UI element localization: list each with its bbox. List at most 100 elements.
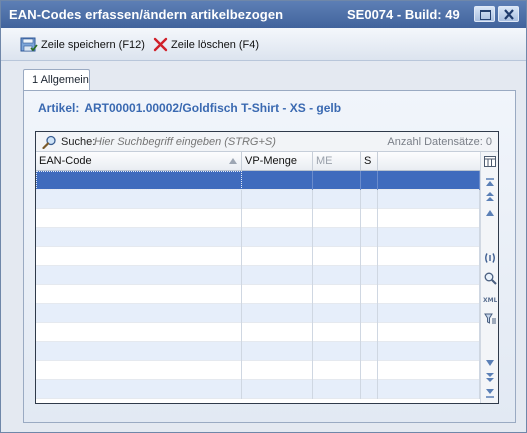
cell-ean-code[interactable] xyxy=(36,228,242,247)
table-row[interactable] xyxy=(36,190,480,209)
next-record-button[interactable] xyxy=(483,356,497,370)
cell-me[interactable] xyxy=(313,380,361,399)
cell-s[interactable] xyxy=(361,304,378,323)
table-row[interactable] xyxy=(36,228,480,247)
table-row[interactable] xyxy=(36,171,480,190)
cell-s[interactable] xyxy=(361,228,378,247)
cell-s[interactable] xyxy=(361,266,378,285)
maximize-button[interactable] xyxy=(474,6,495,22)
cell-s[interactable] xyxy=(361,247,378,266)
cell-ean-code[interactable] xyxy=(36,342,242,361)
cell-me[interactable] xyxy=(313,323,361,342)
cell-vp-menge[interactable] xyxy=(242,361,313,380)
cell-s[interactable] xyxy=(361,171,378,190)
search-input[interactable] xyxy=(91,134,321,150)
first-record-button[interactable] xyxy=(483,176,497,190)
cell-me[interactable] xyxy=(313,247,361,266)
cell-vp-menge[interactable] xyxy=(242,380,313,399)
article-line: Artikel: ART00001.00002/Goldfisch T-Shirt… xyxy=(38,101,341,115)
cell-vp-menge[interactable] xyxy=(242,323,313,342)
table-row[interactable] xyxy=(36,266,480,285)
brackets-button[interactable] xyxy=(483,251,497,265)
cell-filler xyxy=(378,266,480,285)
cell-ean-code[interactable] xyxy=(36,361,242,380)
cell-me[interactable] xyxy=(313,171,361,190)
cell-vp-menge[interactable] xyxy=(242,304,313,323)
window-title: EAN-Codes erfassen/ändern artikelbezogen xyxy=(9,7,284,22)
svg-text:XML: XML xyxy=(483,297,497,304)
cell-s[interactable] xyxy=(361,209,378,228)
table-row[interactable] xyxy=(36,209,480,228)
xml-export-icon: XML xyxy=(483,297,497,304)
cell-ean-code[interactable] xyxy=(36,171,242,190)
find-button[interactable] xyxy=(483,271,497,285)
title-bar: EAN-Codes erfassen/ändern artikelbezogen… xyxy=(1,1,526,28)
cell-s[interactable] xyxy=(361,190,378,209)
next-page-button[interactable] xyxy=(483,371,497,385)
delete-row-label: Zeile löschen (F4) xyxy=(171,38,260,51)
cell-filler xyxy=(378,171,480,190)
cell-ean-code[interactable] xyxy=(36,323,242,342)
table-row[interactable] xyxy=(36,380,480,399)
column-header-s[interactable]: S xyxy=(361,152,378,170)
column-header-vp-menge[interactable]: VP-Menge xyxy=(242,152,313,170)
cell-vp-menge[interactable] xyxy=(242,190,313,209)
table-row[interactable] xyxy=(36,361,480,380)
cell-vp-menge[interactable] xyxy=(242,228,313,247)
table-row[interactable] xyxy=(36,285,480,304)
cell-s[interactable] xyxy=(361,342,378,361)
delete-row-button[interactable]: Zeile löschen (F4) xyxy=(153,34,259,55)
cell-ean-code[interactable] xyxy=(36,190,242,209)
filter-button[interactable] xyxy=(483,312,497,326)
cell-me[interactable] xyxy=(313,209,361,228)
cell-vp-menge[interactable] xyxy=(242,247,313,266)
cell-s[interactable] xyxy=(361,285,378,304)
cell-me[interactable] xyxy=(313,342,361,361)
ean-grid: Suche: Anzahl Datensätze: 0 EAN-Code VP-… xyxy=(35,131,499,404)
column-header-me[interactable]: ME xyxy=(313,152,361,170)
cell-vp-menge[interactable] xyxy=(242,209,313,228)
record-count: Anzahl Datensätze: 0 xyxy=(387,136,492,148)
cell-ean-code[interactable] xyxy=(36,380,242,399)
cell-me[interactable] xyxy=(313,190,361,209)
next-record-icon xyxy=(486,360,494,366)
cell-filler xyxy=(378,228,480,247)
cell-me[interactable] xyxy=(313,361,361,380)
last-record-button[interactable] xyxy=(483,386,497,400)
cell-s[interactable] xyxy=(361,323,378,342)
cell-ean-code[interactable] xyxy=(36,266,242,285)
cell-ean-code[interactable] xyxy=(36,209,242,228)
previous-record-button[interactable] xyxy=(483,206,497,220)
cell-ean-code[interactable] xyxy=(36,285,242,304)
close-button[interactable] xyxy=(498,6,519,22)
cell-me[interactable] xyxy=(313,228,361,247)
cell-vp-menge[interactable] xyxy=(242,342,313,361)
cell-s[interactable] xyxy=(361,380,378,399)
cell-ean-code[interactable] xyxy=(36,247,242,266)
cell-filler xyxy=(378,209,480,228)
column-chooser-button[interactable] xyxy=(483,154,497,168)
cell-me[interactable] xyxy=(313,304,361,323)
table-row[interactable] xyxy=(36,323,480,342)
cell-filler xyxy=(378,361,480,380)
cell-me[interactable] xyxy=(313,285,361,304)
table-row[interactable] xyxy=(36,247,480,266)
search-icon[interactable] xyxy=(42,135,57,149)
grid-navigation-bar: XML xyxy=(480,152,498,403)
find-icon xyxy=(484,272,497,285)
cell-me[interactable] xyxy=(313,266,361,285)
previous-page-button[interactable] xyxy=(483,190,497,204)
table-row[interactable] xyxy=(36,304,480,323)
table-row[interactable] xyxy=(36,342,480,361)
cell-vp-menge[interactable] xyxy=(242,285,313,304)
cell-ean-code[interactable] xyxy=(36,304,242,323)
cell-vp-menge[interactable] xyxy=(242,266,313,285)
tab-allgemein[interactable]: 1 Allgemein xyxy=(23,69,90,91)
cell-s[interactable] xyxy=(361,361,378,380)
save-row-button[interactable]: Zeile speichern (F12) xyxy=(20,34,145,55)
column-header-ean-code[interactable]: EAN-Code xyxy=(36,152,242,170)
cell-vp-menge[interactable] xyxy=(242,171,313,190)
filter-icon xyxy=(483,313,496,324)
xml-export-button[interactable]: XML xyxy=(483,292,497,306)
cell-filler xyxy=(378,323,480,342)
